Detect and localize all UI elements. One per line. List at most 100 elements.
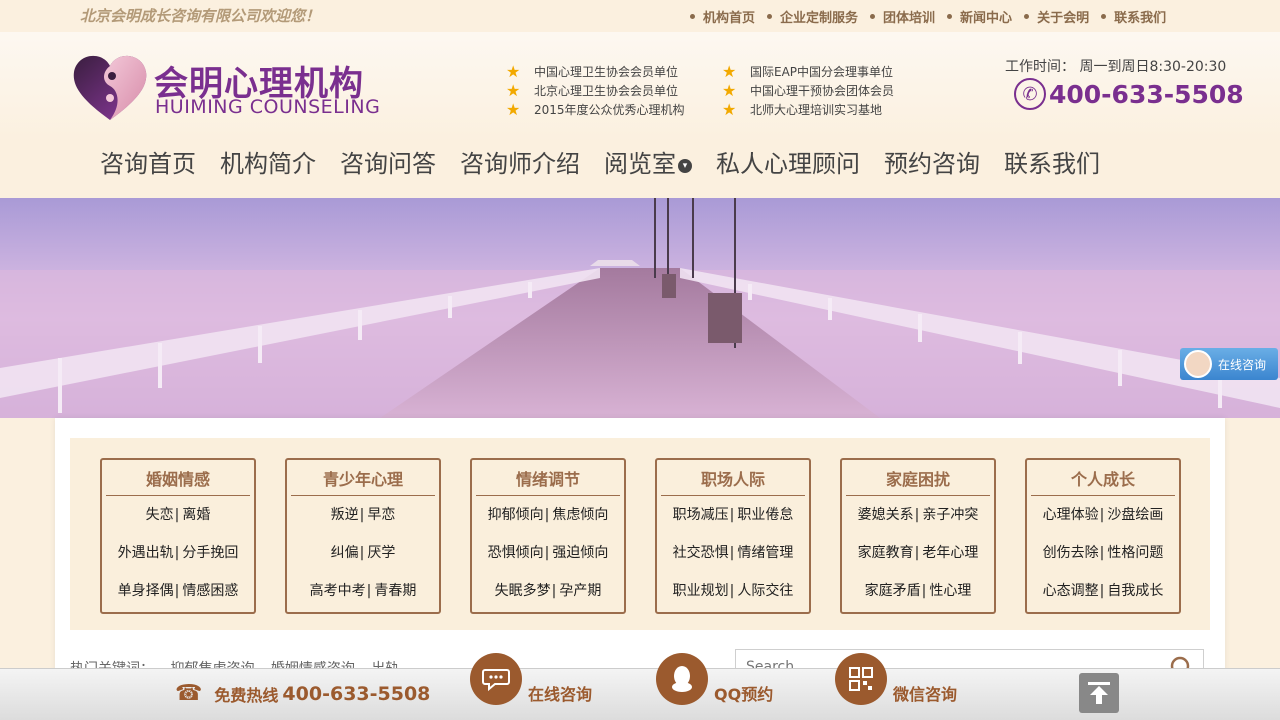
nav-item-home[interactable]: 咨询首页 bbox=[88, 142, 208, 186]
category-link[interactable]: 外遇出轨 bbox=[118, 545, 174, 561]
wechat-consult-label: 微信咨询 bbox=[893, 685, 958, 704]
credential-item: ★ 北京心理卫生协会会员单位 bbox=[506, 81, 679, 100]
category-link[interactable]: 离婚 bbox=[182, 507, 210, 523]
nav-item-booking[interactable]: 预约咨询 bbox=[872, 142, 992, 186]
category-link[interactable]: 分手挽回 bbox=[182, 545, 238, 561]
pier-banner-image bbox=[0, 198, 1280, 418]
category-link[interactable]: 自我成长 bbox=[1107, 583, 1163, 599]
category-link[interactable]: 沙盘绘画 bbox=[1107, 507, 1163, 523]
category-link[interactable]: 创伤去除 bbox=[1043, 545, 1099, 561]
category-link[interactable]: 失眠多梦 bbox=[495, 583, 551, 599]
category-link[interactable]: 婆媳关系 bbox=[858, 507, 914, 523]
category-box-growth: 个人成长 心理体验| 沙盘绘画 创伤去除| 性格问题 心态调整| 自我成长 bbox=[1025, 458, 1181, 614]
category-row: 社交恐惧| 情绪管理 bbox=[672, 545, 794, 561]
category-link[interactable]: 职业规划 bbox=[673, 583, 729, 599]
category-link[interactable]: 亲子冲突 bbox=[922, 507, 978, 523]
category-link[interactable]: 情感困惑 bbox=[182, 583, 238, 599]
category-link[interactable]: 性格问题 bbox=[1107, 545, 1163, 561]
category-row: 纠偏| 厌学 bbox=[330, 545, 396, 561]
category-row: 高考中考| 青春期 bbox=[309, 583, 417, 599]
main-nav: 咨询首页 机构简介 咨询问答 咨询师介绍 阅览室 ▾ 私人心理顾问 预约咨询 联系… bbox=[88, 142, 1112, 186]
category-row: 职场减压| 职业倦怠 bbox=[672, 507, 794, 523]
heart-logo-icon bbox=[73, 55, 147, 121]
online-consult-button[interactable]: 在线咨询 bbox=[470, 653, 592, 705]
category-link[interactable]: 性心理 bbox=[929, 583, 971, 599]
nav-item-about[interactable]: 机构简介 bbox=[208, 142, 328, 186]
category-title[interactable]: 婚姻情感 bbox=[102, 460, 254, 495]
top-link-about[interactable]: 关于会明 bbox=[1024, 7, 1089, 26]
category-row: 婆媳关系| 亲子冲突 bbox=[857, 507, 979, 523]
category-row: 失眠多梦| 孕产期 bbox=[494, 583, 602, 599]
category-row: 职业规划| 人际交往 bbox=[672, 583, 794, 599]
chat-bubble-icon bbox=[470, 653, 522, 705]
bullet-icon bbox=[947, 14, 953, 19]
category-link[interactable]: 孕产期 bbox=[559, 583, 601, 599]
category-link[interactable]: 焦虑倾向 bbox=[552, 507, 608, 523]
top-link-news[interactable]: 新闻中心 bbox=[947, 7, 1012, 26]
category-box-marriage: 婚姻情感 失恋| 离婚 外遇出轨| 分手挽回 单身择偶| 情感困惑 bbox=[100, 458, 256, 614]
agent-avatar-icon bbox=[1184, 350, 1212, 378]
star-icon: ★ bbox=[506, 62, 521, 81]
credentials-left: ★ 中国心理卫生协会会员单位 ★ 北京心理卫生协会会员单位 ★ 2015年度公众优秀心… bbox=[506, 62, 685, 119]
category-link[interactable]: 厌学 bbox=[367, 545, 395, 561]
top-link-home[interactable]: 机构首页 bbox=[690, 7, 755, 26]
floating-chat-button[interactable]: 在线咨询 bbox=[1180, 348, 1278, 380]
category-link[interactable]: 高考中考 bbox=[310, 583, 366, 599]
site-logo[interactable]: 会明心理机构 HUIMING COUNSELING bbox=[72, 54, 382, 122]
hero-banner bbox=[0, 198, 1280, 418]
category-link[interactable]: 早恋 bbox=[367, 507, 395, 523]
floating-chat-label: 在线咨询 bbox=[1218, 357, 1267, 372]
nav-item-private-advisor[interactable]: 私人心理顾问 bbox=[704, 142, 872, 186]
category-card: 婚姻情感 失恋| 离婚 外遇出轨| 分手挽回 单身择偶| 情感困惑 青少年心理 叛逆|… bbox=[55, 418, 1225, 685]
category-link[interactable]: 抑郁倾向 bbox=[488, 507, 544, 523]
category-link[interactable]: 纠偏 bbox=[331, 545, 359, 561]
bottom-hotline[interactable]: ☎ 免费热线 400-633-5508 bbox=[175, 681, 430, 706]
category-box-emotion: 情绪调节 抑郁倾向| 焦虑倾向 恐惧倾向| 强迫倾向 失眠多梦| 孕产期 bbox=[470, 458, 626, 614]
category-title[interactable]: 个人成长 bbox=[1027, 460, 1179, 495]
category-link[interactable]: 职场减压 bbox=[673, 507, 729, 523]
category-link[interactable]: 心理体验 bbox=[1043, 507, 1099, 523]
nav-item-reading-room[interactable]: 阅览室 ▾ bbox=[592, 142, 704, 186]
category-row: 家庭矛盾| 性心理 bbox=[864, 583, 972, 599]
arrow-up-icon bbox=[1088, 682, 1110, 704]
category-link[interactable]: 家庭矛盾 bbox=[865, 583, 921, 599]
top-link-training[interactable]: 团体培训 bbox=[870, 7, 935, 26]
top-bar: 北京会明成长咨询有限公司欢迎您！ 机构首页 企业定制服务 团体培训 新闻中心 关… bbox=[0, 0, 1280, 32]
category-box-workplace: 职场人际 职场减压| 职业倦怠 社交恐惧| 情绪管理 职业规划| 人际交往 bbox=[655, 458, 811, 614]
credential-item: ★ 2015年度公众优秀心理机构 bbox=[506, 100, 685, 119]
nav-item-qa[interactable]: 咨询问答 bbox=[328, 142, 448, 186]
wechat-consult-button[interactable]: 微信咨询 bbox=[835, 653, 957, 705]
logo-english-text: HUIMING COUNSELING bbox=[155, 96, 381, 118]
category-row: 创伤去除| 性格问题 bbox=[1042, 545, 1164, 561]
category-link[interactable]: 老年心理 bbox=[922, 545, 978, 561]
category-link[interactable]: 家庭教育 bbox=[858, 545, 914, 561]
category-link[interactable]: 社交恐惧 bbox=[673, 545, 729, 561]
category-link[interactable]: 心态调整 bbox=[1043, 583, 1099, 599]
category-link[interactable]: 失恋 bbox=[146, 507, 174, 523]
category-title[interactable]: 青少年心理 bbox=[287, 460, 439, 495]
category-row: 家庭教育| 老年心理 bbox=[857, 545, 979, 561]
category-link[interactable]: 叛逆 bbox=[331, 507, 359, 523]
category-title[interactable]: 家庭困扰 bbox=[842, 460, 994, 495]
top-link-enterprise[interactable]: 企业定制服务 bbox=[767, 7, 858, 26]
nav-item-contact[interactable]: 联系我们 bbox=[992, 142, 1112, 186]
top-link-contact[interactable]: 联系我们 bbox=[1101, 7, 1166, 26]
category-title[interactable]: 职场人际 bbox=[657, 460, 809, 495]
credential-item: ★ 国际EAP中国分会理事单位 bbox=[722, 62, 894, 81]
category-link[interactable]: 职业倦怠 bbox=[737, 507, 793, 523]
back-to-top-button[interactable] bbox=[1079, 673, 1119, 713]
qq-penguin-icon bbox=[656, 653, 708, 705]
category-link[interactable]: 人际交往 bbox=[737, 583, 793, 599]
star-icon: ★ bbox=[506, 100, 521, 119]
category-row: 恐惧倾向| 强迫倾向 bbox=[487, 545, 609, 561]
category-title[interactable]: 情绪调节 bbox=[472, 460, 624, 495]
category-link[interactable]: 单身择偶 bbox=[118, 583, 174, 599]
bullet-icon bbox=[870, 14, 876, 19]
category-link[interactable]: 情绪管理 bbox=[737, 545, 793, 561]
nav-item-counselors[interactable]: 咨询师介绍 bbox=[448, 142, 592, 186]
category-link[interactable]: 强迫倾向 bbox=[552, 545, 608, 561]
category-link[interactable]: 青春期 bbox=[374, 583, 416, 599]
category-box-family: 家庭困扰 婆媳关系| 亲子冲突 家庭教育| 老年心理 家庭矛盾| 性心理 bbox=[840, 458, 996, 614]
category-link[interactable]: 恐惧倾向 bbox=[488, 545, 544, 561]
qq-booking-button[interactable]: QQ预约 bbox=[656, 653, 773, 705]
